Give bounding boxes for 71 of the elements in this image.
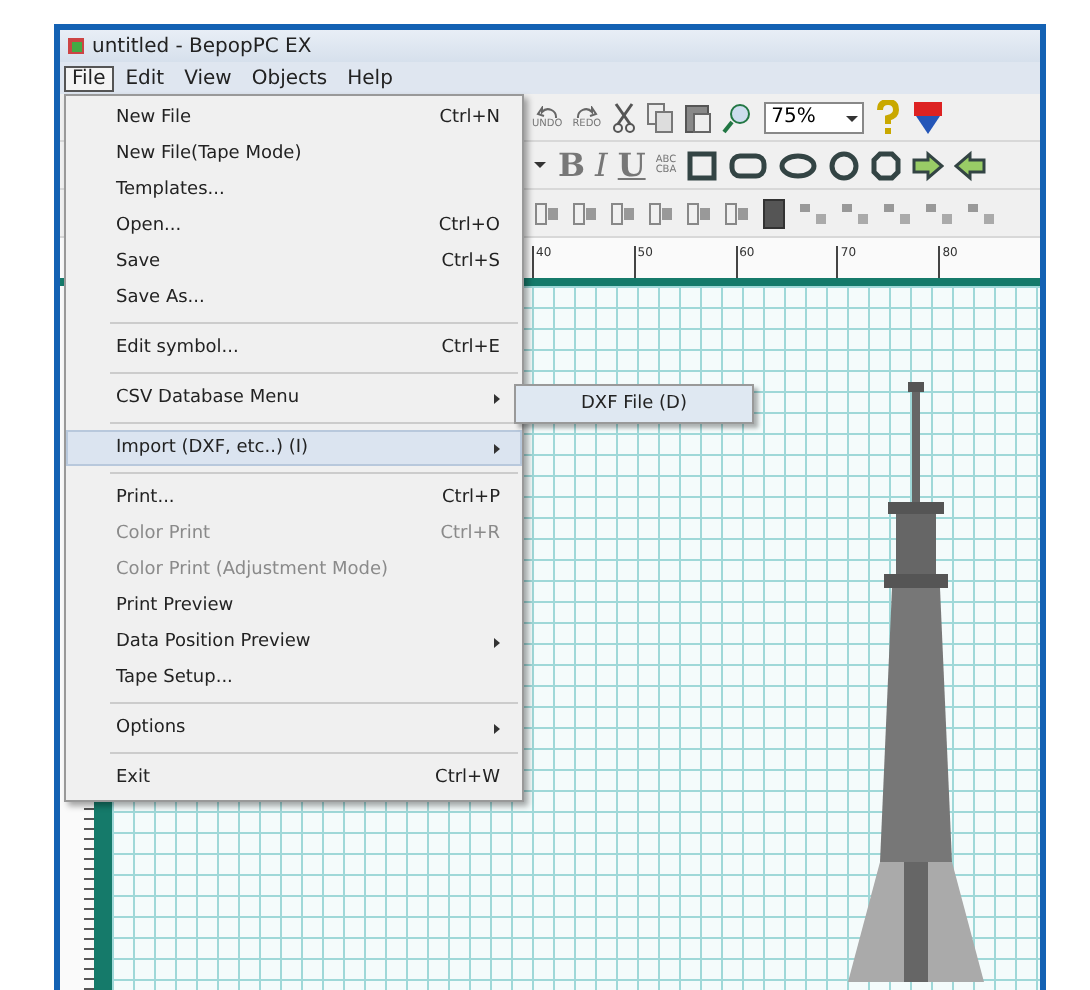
menu-item-label: Import (DXF, etc..) (I) (116, 438, 311, 458)
menu-item[interactable]: Data Position Preview (66, 624, 522, 660)
left-arrow-icon[interactable] (954, 149, 987, 181)
align-icon[interactable] (646, 197, 674, 229)
zoom-icon[interactable] (721, 101, 754, 133)
menu-item[interactable]: New File(Tape Mode) (66, 136, 522, 172)
submenu-item[interactable]: DXF File (D) (514, 384, 754, 424)
menu-item-label: Color Print (116, 524, 213, 544)
menu-title[interactable]: File (64, 65, 114, 91)
menu-item-label: CSV Database Menu (116, 388, 302, 408)
square-icon[interactable] (686, 149, 719, 181)
menu-item-label: Tape Setup... (116, 668, 235, 688)
shortcut-label: Ctrl+N (439, 108, 500, 128)
shortcut-label: Ctrl+O (438, 216, 500, 236)
menu-item-label: Print Preview (116, 596, 236, 616)
align-icon[interactable] (570, 197, 598, 229)
menu-item-label: New File(Tape Mode) (116, 144, 304, 164)
menu-item[interactable]: Templates... (66, 172, 522, 208)
menu-item[interactable]: Print... Ctrl+P (66, 480, 522, 516)
menu-item-label: Exit (116, 768, 153, 788)
redo-icon[interactable] (574, 105, 599, 119)
right-arrow-icon[interactable] (912, 149, 945, 181)
menu-item-label: Templates... (116, 180, 227, 200)
bold-button[interactable]: B (558, 146, 586, 184)
paste-icon[interactable] (683, 101, 712, 133)
menu-item-label: Save (116, 252, 163, 272)
menu-title[interactable]: Objects (243, 65, 336, 91)
shortcut-label: Ctrl+R (440, 524, 500, 544)
shortcut-label: Ctrl+P (442, 488, 500, 508)
menu-item[interactable]: Options (66, 710, 522, 746)
undo-icon[interactable] (535, 105, 560, 119)
rounded-rectangle-icon[interactable] (728, 149, 769, 181)
menu-item-label: Color Print (Adjustment Mode) (116, 560, 390, 580)
flag-shield-icon[interactable] (911, 99, 944, 135)
zoom-dropdown[interactable]: 75% (763, 101, 864, 133)
menu-item-label: Save As... (116, 288, 207, 308)
menu-item-label: Print... (116, 488, 177, 508)
window-title: untitled - BepopPC EX (92, 35, 312, 57)
menu-item[interactable]: Save Ctrl+S (66, 244, 522, 280)
menu-item[interactable]: Save As... (66, 280, 522, 316)
scissors-icon[interactable] (611, 101, 636, 133)
ellipse-icon[interactable] (778, 149, 819, 181)
align-icon[interactable] (608, 197, 636, 229)
menu-item-label: Open... (116, 216, 184, 236)
menu-item[interactable]: Open... Ctrl+O (66, 208, 522, 244)
menu-title[interactable]: Edit (117, 65, 173, 91)
align-icon[interactable] (722, 197, 750, 229)
align-icon[interactable] (532, 197, 560, 229)
circle-icon[interactable] (828, 149, 861, 181)
italic-button[interactable]: I (595, 146, 608, 184)
menu-item-label: Data Position Preview (116, 632, 313, 652)
menu-title[interactable]: Help (339, 65, 401, 91)
menu-item[interactable]: Edit symbol... Ctrl+E (66, 330, 522, 366)
menu-item[interactable]: Exit Ctrl+W (66, 760, 522, 796)
octagon-icon[interactable] (870, 149, 903, 181)
menu-item[interactable]: Tape Setup... (66, 660, 522, 696)
menu-item-label: Options (116, 718, 188, 738)
menu-item[interactable]: Import (DXF, etc..) (I) (66, 430, 522, 466)
menu-item-label: New File (116, 108, 194, 128)
menu-item-label: Edit symbol... (116, 338, 241, 358)
copy-icon[interactable] (645, 101, 674, 133)
shortcut-label: Ctrl+S (441, 252, 500, 272)
menu-item[interactable]: New File Ctrl+N (66, 100, 522, 136)
shortcut-label: Ctrl+W (435, 768, 500, 788)
menu-item[interactable]: Print Preview (66, 588, 522, 624)
app-icon[interactable] (66, 36, 86, 56)
menu-title[interactable]: View (176, 65, 240, 91)
shortcut-label: Ctrl+E (441, 338, 500, 358)
table-icon[interactable] (760, 197, 788, 229)
underline-button[interactable]: U (617, 146, 646, 184)
align-icon[interactable] (684, 197, 712, 229)
